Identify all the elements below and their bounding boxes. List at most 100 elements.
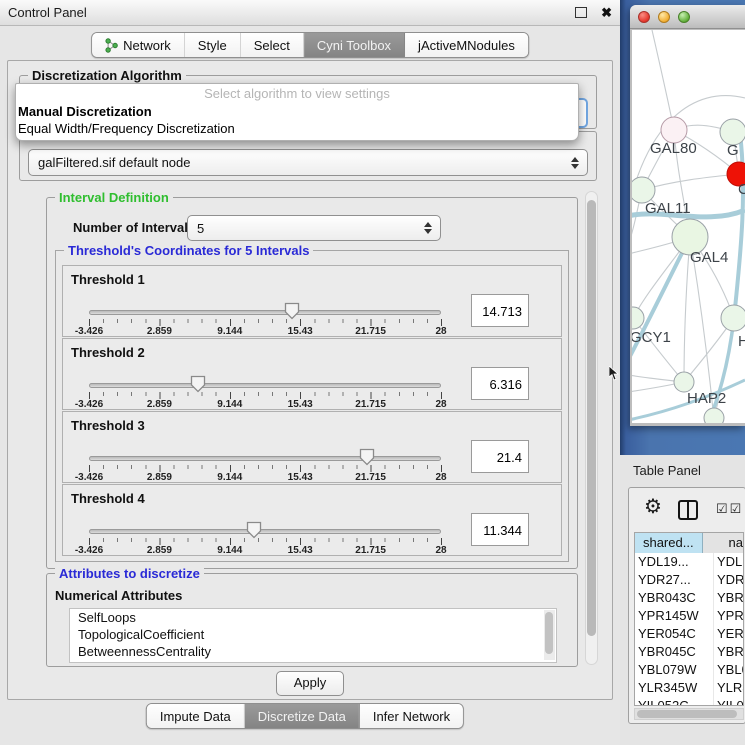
split-columns-icon[interactable] [678, 500, 698, 520]
settings-gear-icon[interactable]: ⚙ [644, 496, 662, 518]
slider-track[interactable] [89, 310, 441, 315]
network-edge[interactable] [708, 318, 734, 423]
cell-name[interactable]: YBL0 [714, 661, 743, 679]
popup-item-manual-discretization[interactable]: Manual Discretization [16, 103, 578, 120]
cell-shared-name[interactable]: YLR345W [635, 679, 714, 697]
cell-name[interactable]: YER0 [714, 625, 743, 643]
column-header-name[interactable]: na [703, 533, 743, 553]
tab-jactivemnodules[interactable]: jActiveMNodules [405, 33, 528, 57]
tick-label: 15.43 [288, 472, 313, 483]
horizontal-scrollbar-thumb[interactable] [637, 710, 737, 718]
tick-label: 15.43 [288, 399, 313, 410]
cell-shared-name[interactable]: YIL052C [635, 697, 714, 706]
checkbox-icons[interactable]: ☑☑ [716, 501, 743, 517]
cell-name[interactable]: YPR1 [714, 607, 743, 625]
network-edge[interactable] [652, 30, 674, 130]
slider-major-ticks [89, 319, 443, 326]
table-row[interactable]: YBR043CYBR0 [635, 589, 743, 607]
tick-label: 15.43 [288, 326, 313, 337]
number-of-intervals-label: Number of Intervals [73, 220, 195, 235]
network-edge[interactable] [633, 318, 684, 382]
node-GCY1[interactable] [632, 307, 644, 329]
table-row[interactable]: YIL052CYIL0 [635, 697, 743, 706]
cell-shared-name[interactable]: YDL19... [635, 553, 714, 571]
float-window-icon[interactable] [575, 7, 587, 18]
close-window-button[interactable] [638, 11, 650, 23]
apply-button[interactable]: Apply [276, 671, 344, 696]
node-label-gal80: GAL80 [650, 140, 697, 157]
table-row[interactable]: YBR045CYBR0 [635, 643, 743, 661]
network-edge[interactable] [642, 174, 739, 190]
threshold-value-field[interactable]: 11.344 [471, 513, 529, 546]
cell-name[interactable]: YBR0 [714, 643, 743, 661]
tab-network[interactable]: Network [92, 33, 185, 57]
number-of-intervals-combobox[interactable]: 5 [187, 215, 441, 241]
node-node-bottom[interactable] [704, 408, 724, 423]
zoom-window-button[interactable] [678, 11, 690, 23]
node-HAP2[interactable] [674, 372, 694, 392]
tab-label: Infer Network [373, 709, 450, 724]
cell-name[interactable]: YLR3 [714, 679, 743, 697]
column-header-shared-name[interactable]: shared... [635, 533, 703, 553]
attribute-item-selfloops[interactable]: SelfLoops [70, 609, 556, 626]
top-tab-strip: NetworkStyle Select Cyni ToolboxjActiveMNo… [91, 32, 529, 58]
cell-shared-name[interactable]: YDR27... [635, 571, 714, 589]
attribute-item-betweennesscentrality[interactable]: BetweennessCentrality [70, 643, 556, 660]
table-row[interactable]: YLR345WYLR3 [635, 679, 743, 697]
slider-thumb[interactable] [359, 448, 375, 466]
slider-track[interactable] [89, 456, 441, 461]
cell-shared-name[interactable]: YPR145W [635, 607, 714, 625]
mouse-cursor [609, 366, 620, 381]
slider-thumb[interactable] [246, 521, 262, 539]
node-node-H[interactable] [721, 305, 745, 331]
slider-thumb[interactable] [190, 375, 206, 393]
slider-track[interactable] [89, 529, 441, 534]
network-view-frame: GAL80GCGAL11GAL4GCY1HHAP2 [620, 0, 745, 455]
popup-placeholder-item[interactable]: Select algorithm to view settings [16, 84, 578, 103]
network-window-titlebar[interactable] [630, 5, 745, 29]
cell-name[interactable]: YDR2 [714, 571, 743, 589]
cell-name[interactable]: YDL1 [714, 553, 743, 571]
tab-cyni-toolbox[interactable]: Cyni Toolbox [304, 33, 405, 57]
table-row[interactable]: YBL079WYBL0 [635, 661, 743, 679]
panel-title: Control Panel [8, 5, 575, 20]
attributes-scrollbar[interactable] [544, 610, 555, 660]
threshold-value-field[interactable]: 14.713 [471, 294, 529, 327]
slider-track[interactable] [89, 383, 441, 388]
vertical-scrollbar[interactable] [585, 191, 598, 665]
table-data-combobox[interactable]: galFiltered.sif default node [28, 149, 588, 176]
tab-infer-network[interactable]: Infer Network [360, 704, 463, 728]
horizontal-scrollbar[interactable] [634, 708, 744, 720]
threshold-value-field[interactable]: 6.316 [471, 367, 529, 400]
node-label-hap2: HAP2 [687, 390, 726, 407]
control-panel-titlebar: Control Panel ✖ [0, 0, 620, 26]
tick-label: 2.859 [147, 326, 172, 337]
tab-select[interactable]: Select [241, 33, 304, 57]
cell-shared-name[interactable]: YBR045C [635, 643, 714, 661]
tab-label: Select [254, 38, 290, 53]
threshold-value-field[interactable]: 21.4 [471, 440, 529, 473]
vertical-scrollbar-thumb[interactable] [587, 200, 596, 636]
minimize-window-button[interactable] [658, 11, 670, 23]
cell-shared-name[interactable]: YBR043C [635, 589, 714, 607]
threshold-block-2: Threshold 2-3.4262.8599.14415.4321.71528… [62, 338, 562, 410]
table-row[interactable]: YDL19...YDL1 [635, 553, 743, 571]
table-row[interactable]: YPR145WYPR1 [635, 607, 743, 625]
table-row[interactable]: YER054CYER0 [635, 625, 743, 643]
network-canvas[interactable]: GAL80GCGAL11GAL4GCY1HHAP2 [632, 30, 745, 423]
interval-definition-label: Interval Definition [55, 190, 173, 205]
slider-thumb[interactable] [284, 302, 300, 320]
tab-label: Impute Data [160, 709, 231, 724]
cell-name[interactable]: YIL0 [714, 697, 743, 706]
tab-discretize-data[interactable]: Discretize Data [245, 704, 360, 728]
cell-shared-name[interactable]: YER054C [635, 625, 714, 643]
close-icon[interactable]: ✖ [601, 6, 612, 19]
tab-style[interactable]: Style [185, 33, 241, 57]
popup-item-equal-width-frequency[interactable]: Equal Width/Frequency Discretization [16, 120, 578, 137]
node-label-g: G [727, 142, 739, 159]
table-row[interactable]: YDR27...YDR2 [635, 571, 743, 589]
cell-name[interactable]: YBR0 [714, 589, 743, 607]
attribute-item-topologicalcoefficient[interactable]: TopologicalCoefficient [70, 626, 556, 643]
cell-shared-name[interactable]: YBL079W [635, 661, 714, 679]
tab-impute-data[interactable]: Impute Data [147, 704, 245, 728]
